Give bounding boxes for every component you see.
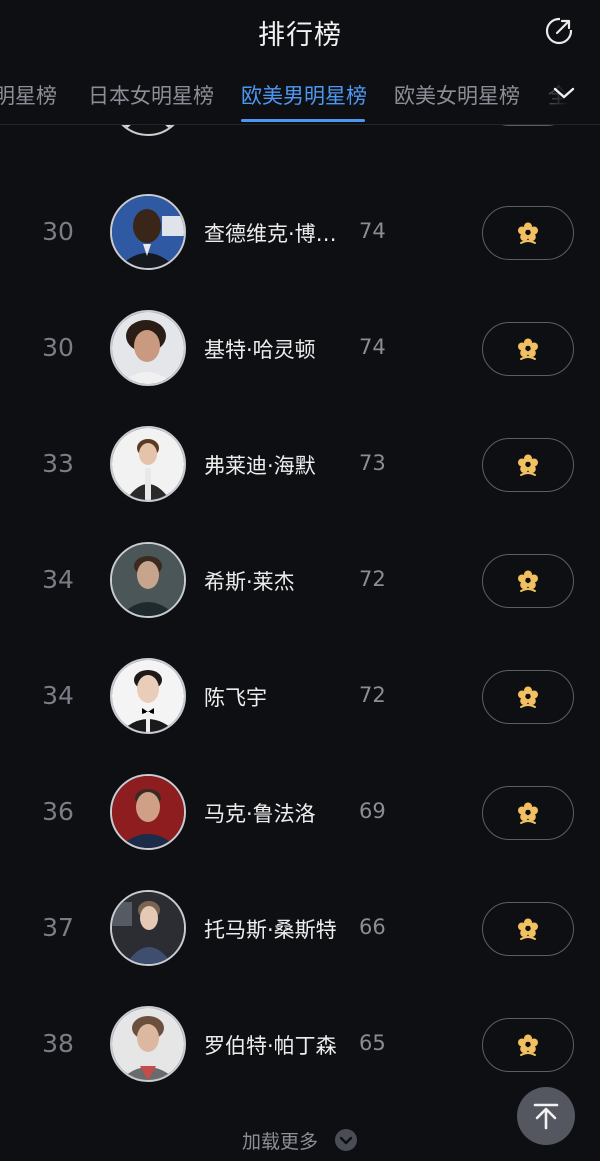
tab-japan-actress[interactable]: 日本女明星榜 xyxy=(88,80,214,110)
rank-number: 33 xyxy=(42,449,74,478)
avatar xyxy=(110,658,186,734)
flower-icon xyxy=(518,1034,538,1056)
avatar xyxy=(110,1006,186,1082)
category-tabs: 明星榜 日本女明星榜 欧美男明星榜 欧美女明星榜 全球 xyxy=(0,64,600,125)
chevron-down-circle-icon xyxy=(335,1129,358,1151)
ranking-row[interactable]: 30 基特·哈灵顿 74 xyxy=(0,291,600,407)
avatar xyxy=(110,774,186,850)
vote-flower-button[interactable] xyxy=(482,1018,574,1072)
ranking-list: 30 30 查德维克·博… 74 30 基特·哈灵顿 74 xyxy=(0,125,600,1161)
flower-icon xyxy=(518,802,538,824)
score: 73 xyxy=(359,451,386,475)
flower-icon xyxy=(518,454,538,476)
flower-icon xyxy=(518,570,538,592)
avatar xyxy=(110,890,186,966)
vote-flower-button[interactable] xyxy=(482,786,574,840)
flower-icon xyxy=(518,222,538,244)
rank-number: 30 xyxy=(42,333,74,362)
avatar xyxy=(110,125,186,136)
celebrity-name: 马克·鲁法洛 xyxy=(204,802,316,826)
tab-western-actress[interactable]: 欧美女明星榜 xyxy=(394,80,520,110)
ranking-row[interactable]: 33 弗莱迪·海默 73 xyxy=(0,407,600,523)
ranking-row[interactable]: 36 马克·鲁法洛 69 xyxy=(0,755,600,871)
header-bar: 排行榜 xyxy=(0,0,600,64)
tab-western-actor[interactable]: 欧美男明星榜 xyxy=(241,80,367,110)
tab-star-rank[interactable]: 明星榜 xyxy=(0,80,57,110)
rank-number: 38 xyxy=(42,1029,74,1058)
ranking-row[interactable]: 30 查德维克·博… 74 xyxy=(0,175,600,291)
score: 74 xyxy=(359,335,386,359)
vote-flower-button[interactable] xyxy=(482,125,574,126)
celebrity-name: 弗莱迪·海默 xyxy=(204,454,316,478)
celebrity-name: 陈飞宇 xyxy=(204,686,267,710)
ranking-row[interactable]: 38 罗伯特·帕丁森 65 xyxy=(0,987,600,1103)
vote-flower-button[interactable] xyxy=(482,206,574,260)
rank-number: 30 xyxy=(42,217,74,246)
score: 65 xyxy=(359,1031,386,1055)
avatar xyxy=(110,194,186,270)
ranking-row[interactable]: 30 xyxy=(0,125,600,157)
load-more-button[interactable]: 加载更多 xyxy=(0,1127,600,1154)
celebrity-name: 托马斯·桑斯特 xyxy=(204,918,337,942)
vote-flower-button[interactable] xyxy=(482,438,574,492)
score: 66 xyxy=(359,915,386,939)
avatar xyxy=(110,310,186,386)
celebrity-name: 希斯·莱杰 xyxy=(204,570,295,594)
load-more-label: 加载更多 xyxy=(241,1131,318,1153)
share-icon[interactable] xyxy=(544,16,574,46)
celebrity-name: 查德维克·博… xyxy=(204,222,337,246)
vote-flower-button[interactable] xyxy=(482,670,574,724)
rank-number: 34 xyxy=(42,565,74,594)
page-title: 排行榜 xyxy=(258,19,342,51)
vote-flower-button[interactable] xyxy=(482,322,574,376)
score: 72 xyxy=(359,683,386,707)
rank-number: 37 xyxy=(42,913,74,942)
flower-icon xyxy=(518,686,538,708)
avatar xyxy=(110,426,186,502)
ranking-row[interactable]: 34 陈飞宇 72 xyxy=(0,639,600,755)
score: 74 xyxy=(359,219,386,243)
ranking-row[interactable]: 37 托马斯·桑斯特 66 xyxy=(0,871,600,987)
vote-flower-button[interactable] xyxy=(482,554,574,608)
ranking-row[interactable]: 34 希斯·莱杰 72 xyxy=(0,523,600,639)
back-to-top-button[interactable] xyxy=(517,1087,575,1145)
arrow-up-icon xyxy=(533,1103,559,1130)
celebrity-name: 罗伯特·帕丁森 xyxy=(204,1034,337,1058)
avatar xyxy=(110,542,186,618)
celebrity-name: 基特·哈灵顿 xyxy=(204,338,316,362)
flower-icon xyxy=(518,918,538,940)
score: 69 xyxy=(359,799,386,823)
score: 72 xyxy=(359,567,386,591)
flower-icon xyxy=(518,338,538,360)
active-tab-indicator xyxy=(241,119,365,122)
rank-number: 34 xyxy=(42,681,74,710)
chevron-down-icon[interactable] xyxy=(552,82,576,104)
rank-number: 36 xyxy=(42,797,74,826)
vote-flower-button[interactable] xyxy=(482,902,574,956)
